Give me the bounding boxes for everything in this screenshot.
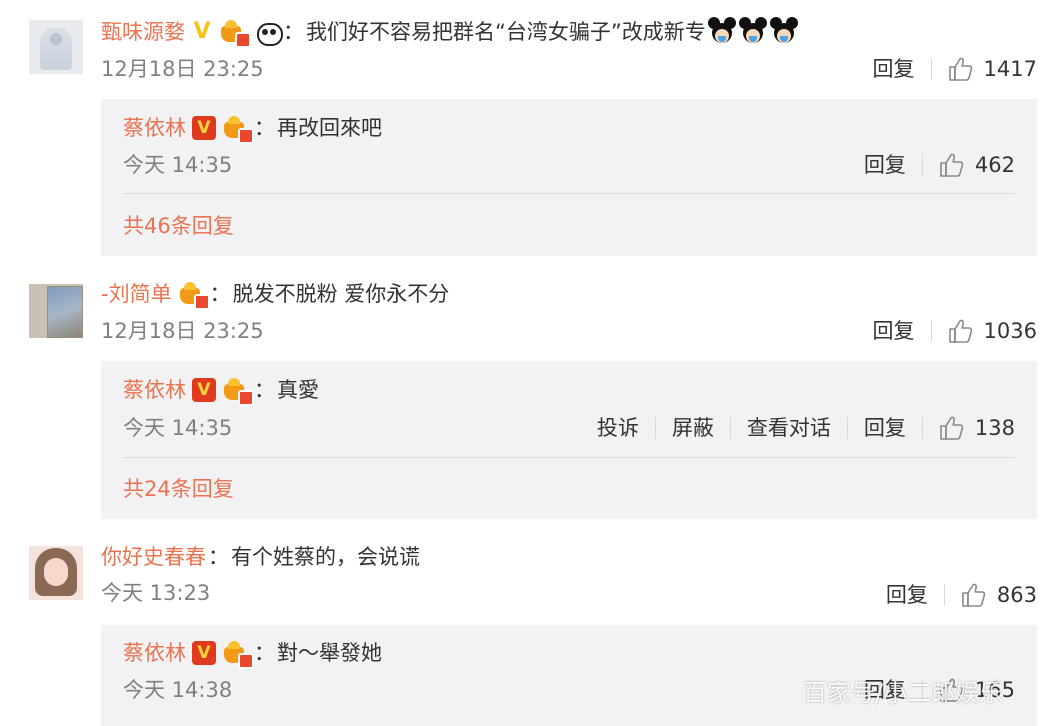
verified-v-icon: V bbox=[192, 116, 216, 140]
username-link[interactable]: 蔡依林 bbox=[123, 114, 186, 142]
divider bbox=[921, 154, 923, 176]
comment-item: 甄味源婺 V ： 我们好不容易把群名“台湾女骗子”改成新专 12月18日 23:… bbox=[0, 0, 1057, 262]
thumbs-up-icon bbox=[948, 56, 974, 82]
reply-box: 蔡依林 V ： 對～舉發她 今天 14:38 回复 165 bbox=[101, 625, 1037, 726]
like-count: 1417 bbox=[983, 57, 1037, 81]
reply-box: 蔡依林 V ： 真愛 今天 14:35 投诉 屏蔽 查看对话 回复 138 共2… bbox=[101, 361, 1037, 519]
divider bbox=[930, 58, 932, 80]
report-button[interactable]: 投诉 bbox=[597, 414, 639, 442]
divider bbox=[943, 584, 945, 606]
like-count: 138 bbox=[974, 416, 1015, 440]
avatar[interactable] bbox=[29, 546, 83, 600]
comment-line: -刘简单 ： 脱发不脱粉 爱你永不分 bbox=[101, 280, 450, 310]
verified-v-icon: V bbox=[193, 19, 211, 44]
reply-button[interactable]: 回复 bbox=[873, 55, 915, 83]
divider bbox=[123, 193, 1015, 194]
like-count: 1036 bbox=[983, 319, 1037, 343]
divider bbox=[846, 417, 848, 439]
mickey-emoji-icon bbox=[738, 17, 768, 47]
thumbs-up-icon bbox=[948, 318, 974, 344]
timestamp: 今天 14:38 bbox=[123, 678, 233, 702]
like-button[interactable]: 863 bbox=[961, 581, 1037, 609]
username-link[interactable]: 你好史春春 bbox=[101, 543, 206, 571]
colon: ： bbox=[254, 378, 275, 402]
thumbs-up-icon bbox=[939, 152, 965, 178]
comment-item: -刘简单 ： 脱发不脱粉 爱你永不分 12月18日 23:25 回复 1036 … bbox=[0, 262, 1057, 526]
comment-actions: 回复 1036 bbox=[873, 317, 1037, 345]
reply-button[interactable]: 回复 bbox=[873, 317, 915, 345]
timestamp: 今天 14:35 bbox=[123, 153, 233, 177]
avatar[interactable] bbox=[29, 284, 83, 338]
divider bbox=[930, 320, 932, 342]
comment-line: 你好史春春 ： 有个姓蔡的，会说谎 bbox=[101, 543, 420, 571]
timestamp: 12月18日 23:25 bbox=[101, 57, 264, 81]
colon: ： bbox=[283, 20, 304, 44]
comment-line: 甄味源婺 V ： 我们好不容易把群名“台湾女骗子”改成新专 bbox=[101, 17, 799, 48]
comment-actions: 回复 863 bbox=[886, 581, 1037, 609]
verified-v-icon: V bbox=[192, 378, 216, 402]
divider bbox=[729, 417, 731, 439]
crown-badge-icon bbox=[219, 20, 251, 48]
reply-button[interactable]: 回复 bbox=[886, 581, 928, 609]
reply-button[interactable]: 回复 bbox=[864, 151, 906, 179]
reply-button[interactable]: 回复 bbox=[864, 414, 906, 442]
like-button[interactable]: 1417 bbox=[948, 55, 1037, 83]
reply-line: 蔡依林 V ： 真愛 bbox=[123, 376, 319, 406]
reply-text: 再改回來吧 bbox=[277, 116, 382, 140]
comment-text: 脱发不脱粉 爱你永不分 bbox=[232, 282, 450, 306]
timestamp: 12月18日 23:25 bbox=[101, 319, 264, 343]
reply-box: 蔡依林 V ： 再改回來吧 今天 14:35 回复 462 共46条回复 bbox=[101, 99, 1037, 256]
block-button[interactable]: 屏蔽 bbox=[672, 414, 714, 442]
comment-text: 有个姓蔡的，会说谎 bbox=[231, 545, 420, 569]
reply-text: 對～舉發她 bbox=[277, 641, 382, 665]
crown-badge-icon bbox=[222, 116, 254, 144]
timestamp: 今天 13:23 bbox=[101, 581, 211, 605]
reply-actions: 回复 462 bbox=[864, 151, 1015, 179]
colon: ： bbox=[254, 116, 275, 140]
mickey-emoji-icon bbox=[707, 17, 737, 47]
mickey-emoji-icon bbox=[769, 17, 799, 47]
username-link[interactable]: 蔡依林 bbox=[123, 639, 186, 667]
reply-actions: 投诉 屏蔽 查看对话 回复 138 bbox=[597, 414, 1015, 442]
watermark: 百家号/小二郎娱乐 bbox=[803, 679, 1004, 707]
crown-badge-icon bbox=[178, 282, 210, 310]
username-link[interactable]: -刘简单 bbox=[101, 280, 172, 308]
username-link[interactable]: 蔡依林 bbox=[123, 376, 186, 404]
divider bbox=[921, 417, 923, 439]
divider bbox=[654, 417, 656, 439]
view-more-replies-link[interactable]: 共24条回复 bbox=[123, 475, 234, 503]
reply-line: 蔡依林 V ： 對～舉發她 bbox=[123, 639, 382, 669]
like-button[interactable]: 138 bbox=[939, 414, 1015, 442]
panda-emoji-icon bbox=[255, 20, 283, 46]
like-button[interactable]: 1036 bbox=[948, 317, 1037, 345]
colon: ： bbox=[254, 641, 275, 665]
reply-text: 真愛 bbox=[277, 378, 319, 402]
crown-badge-icon bbox=[222, 378, 254, 406]
like-count: 462 bbox=[974, 153, 1015, 177]
colon: ： bbox=[208, 545, 229, 569]
thumbs-up-icon bbox=[961, 582, 987, 608]
verified-v-icon: V bbox=[192, 641, 216, 665]
comment-actions: 回复 1417 bbox=[873, 55, 1037, 83]
colon: ： bbox=[209, 282, 231, 306]
crown-badge-icon bbox=[222, 641, 254, 669]
avatar[interactable] bbox=[29, 20, 83, 74]
view-more-replies-link[interactable]: 共46条回复 bbox=[123, 212, 234, 240]
thumbs-up-icon bbox=[939, 415, 965, 441]
timestamp: 今天 14:35 bbox=[123, 416, 233, 440]
like-count: 863 bbox=[996, 583, 1037, 607]
view-conversation-button[interactable]: 查看对话 bbox=[747, 414, 831, 442]
username-link[interactable]: 甄味源婺 bbox=[101, 18, 185, 46]
divider bbox=[123, 457, 1015, 458]
comment-text: 我们好不容易把群名“台湾女骗子”改成新专 bbox=[306, 20, 706, 44]
like-button[interactable]: 462 bbox=[939, 151, 1015, 179]
reply-line: 蔡依林 V ： 再改回來吧 bbox=[123, 114, 382, 144]
